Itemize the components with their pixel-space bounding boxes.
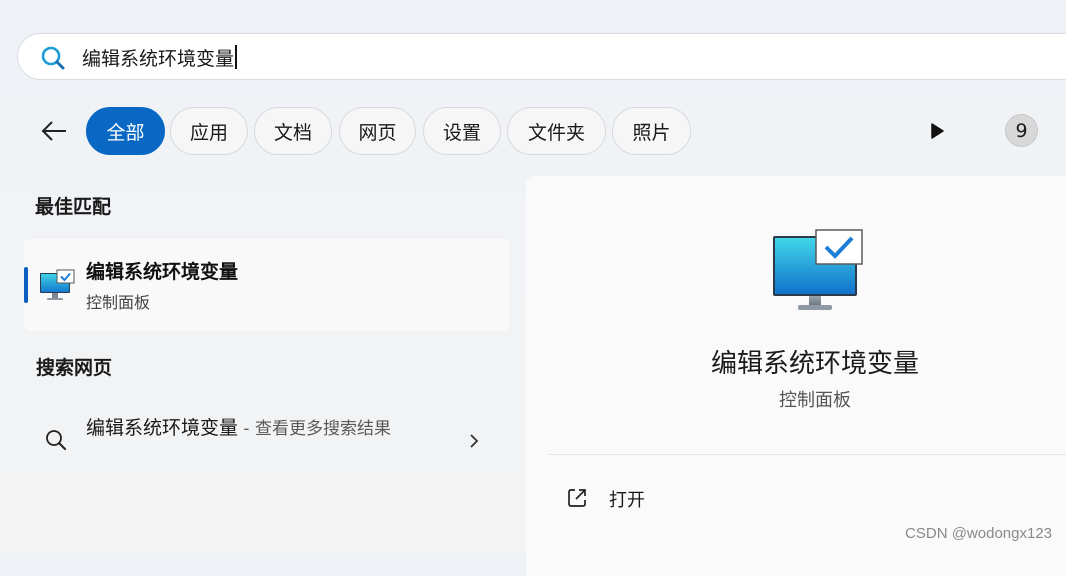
more-filters-button[interactable] bbox=[924, 118, 950, 144]
web-search-text: 编辑系统环境变量 - 查看更多搜索结果 bbox=[86, 413, 416, 445]
tab-label: 文件夹 bbox=[527, 121, 585, 144]
preview-pane: 编辑系统环境变量 控制面板 打开 bbox=[526, 176, 1066, 576]
web-search-result[interactable]: 编辑系统环境变量 - 查看更多搜索结果 bbox=[24, 404, 510, 480]
system-properties-icon bbox=[40, 269, 75, 300]
open-external-icon bbox=[568, 489, 586, 507]
tab-photos[interactable]: 照片 bbox=[612, 107, 691, 155]
tab-folders[interactable]: 文件夹 bbox=[507, 107, 606, 155]
result-subtitle: 控制面板 bbox=[86, 293, 151, 312]
preview-subtitle: 控制面板 bbox=[779, 390, 851, 411]
web-search-suffix: - 查看更多搜索结果 bbox=[238, 419, 391, 439]
search-box[interactable]: 编辑系统环境变量 bbox=[17, 33, 1066, 80]
watermark: CSDN @wodongx123 bbox=[905, 525, 1052, 542]
preview-title: 编辑系统环境变量 bbox=[710, 349, 919, 379]
result-title: 编辑系统环境变量 bbox=[86, 261, 239, 283]
tab-label: 应用 bbox=[189, 121, 228, 144]
system-properties-icon bbox=[773, 229, 863, 310]
search-icon bbox=[46, 430, 66, 450]
web-search-query: 编辑系统环境变量 bbox=[86, 417, 239, 439]
tab-label: 网页 bbox=[358, 121, 397, 144]
open-label: 打开 bbox=[609, 490, 645, 511]
result-count: 9 bbox=[1015, 119, 1028, 142]
tab-label: 全部 bbox=[106, 121, 145, 144]
search-query-text: 编辑系统环境变量 bbox=[82, 47, 235, 70]
play-icon bbox=[931, 123, 944, 139]
tab-documents[interactable]: 文档 bbox=[254, 107, 332, 155]
arrow-left-icon bbox=[41, 121, 66, 141]
selection-indicator bbox=[24, 267, 28, 303]
result-count-badge[interactable]: 9 bbox=[1005, 114, 1038, 147]
web-search-heading: 搜索网页 bbox=[36, 357, 113, 379]
tab-apps[interactable]: 应用 bbox=[170, 107, 248, 155]
open-button[interactable]: 打开 bbox=[548, 476, 1048, 520]
tab-label: 文档 bbox=[273, 121, 312, 144]
divider bbox=[548, 454, 1066, 455]
search-icon bbox=[41, 46, 65, 70]
tab-settings[interactable]: 设置 bbox=[423, 107, 501, 155]
tab-all[interactable]: 全部 bbox=[86, 107, 165, 155]
chevron-right-icon bbox=[470, 434, 479, 448]
search-input[interactable]: 编辑系统环境变量 bbox=[82, 42, 682, 72]
tab-label: 设置 bbox=[442, 121, 481, 144]
tab-label: 照片 bbox=[632, 121, 671, 144]
best-match-heading: 最佳匹配 bbox=[35, 196, 112, 218]
text-caret bbox=[235, 45, 237, 69]
back-button[interactable] bbox=[36, 114, 72, 148]
tab-web[interactable]: 网页 bbox=[339, 107, 416, 155]
best-match-result[interactable]: 编辑系统环境变量 控制面板 bbox=[24, 239, 510, 331]
